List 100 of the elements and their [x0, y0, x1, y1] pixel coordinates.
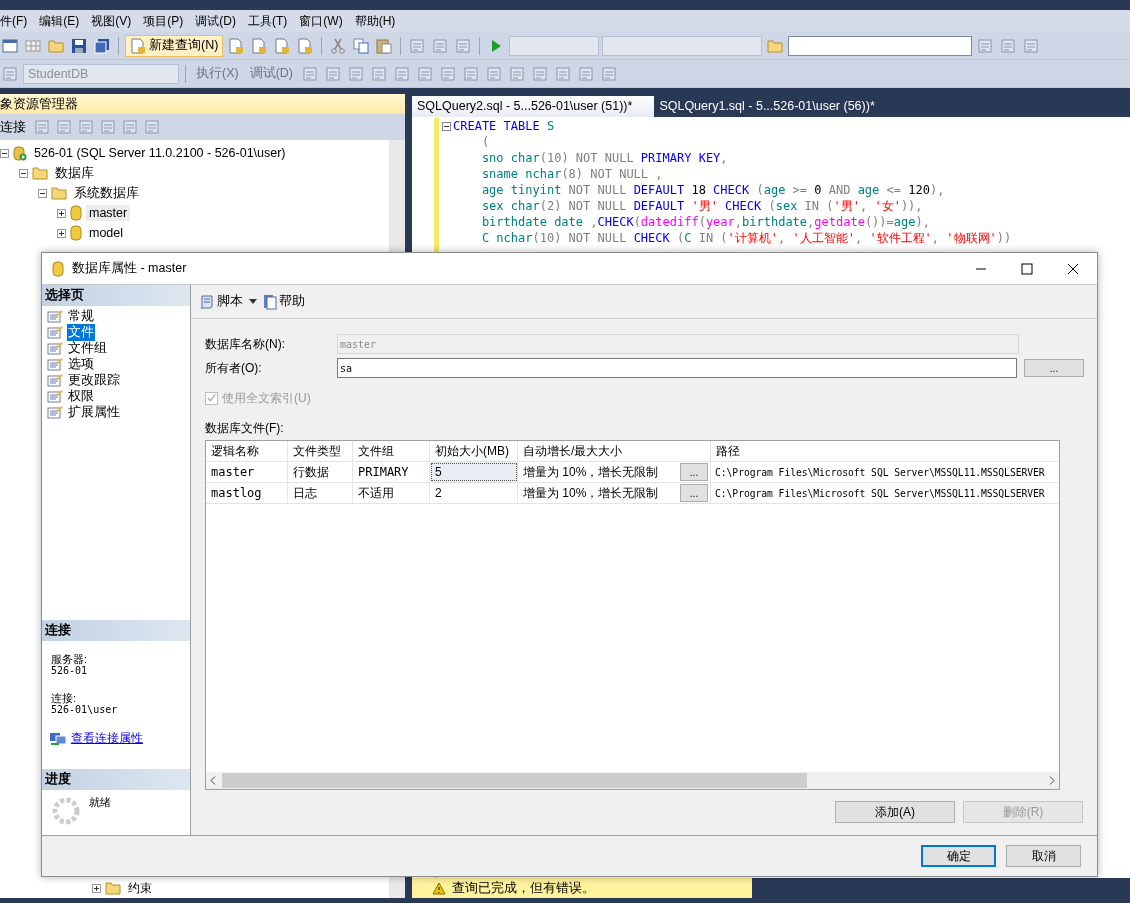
page-item[interactable]: 常规 — [67, 307, 95, 325]
collapse-icon[interactable] — [442, 121, 451, 131]
tool-icon[interactable] — [78, 119, 94, 135]
owner-field[interactable]: sa — [337, 358, 1017, 378]
column-header[interactable]: 逻辑名称 — [206, 441, 288, 461]
tool-icon[interactable] — [2, 65, 18, 82]
add-button[interactable]: 添加(A) — [835, 801, 955, 823]
tool-icon[interactable] — [348, 65, 365, 82]
page-item[interactable]: 文件组 — [67, 339, 108, 357]
caret-icon[interactable] — [249, 299, 257, 304]
window-icon[interactable] — [2, 37, 18, 54]
clipboard-icon[interactable] — [376, 37, 393, 54]
tree-item[interactable]: 约束 — [125, 878, 155, 898]
page-item[interactable]: 选项 — [67, 355, 95, 373]
menu-item[interactable]: 视图(V) — [91, 12, 140, 30]
tool-icon[interactable] — [455, 37, 472, 54]
tool-icon[interactable] — [601, 65, 618, 82]
grid-icon[interactable] — [25, 37, 41, 54]
scrollbar[interactable] — [206, 772, 1059, 789]
tree-item[interactable]: master — [86, 205, 131, 221]
column-header[interactable]: 文件类型 — [288, 441, 353, 461]
column-header[interactable]: 自动增长/最大大小 — [518, 441, 711, 461]
tool-icon[interactable] — [463, 65, 480, 82]
document-icon[interactable] — [228, 37, 245, 54]
new-query-button[interactable]: 新建查询(N) — [125, 34, 224, 57]
document-icon[interactable] — [274, 37, 291, 54]
menu-item[interactable]: 件(F) — [0, 12, 36, 30]
tool-icon[interactable] — [578, 65, 595, 82]
expand-icon[interactable] — [57, 228, 66, 238]
expand-icon[interactable] — [57, 208, 66, 218]
page-item[interactable]: 扩展属性 — [67, 403, 121, 421]
copy-icon[interactable] — [353, 37, 370, 54]
ok-button[interactable]: 确定 — [921, 845, 996, 867]
scroll-left-icon[interactable] — [210, 776, 216, 785]
folder-icon[interactable] — [48, 38, 64, 53]
tool-icon[interactable] — [144, 119, 160, 135]
help-button[interactable]: 帮助 — [263, 293, 305, 310]
connection-properties-link[interactable]: 查看连接属性 — [71, 730, 143, 747]
close-icon[interactable] — [1067, 262, 1079, 275]
tool-icon[interactable] — [486, 65, 503, 82]
tool-icon[interactable] — [302, 65, 319, 82]
tree-item[interactable]: 系统数据库 — [71, 183, 142, 203]
editor-tab[interactable]: SQLQuery1.sql - 5...526-01\user (56))* — [654, 96, 897, 117]
page-item[interactable]: 文件 — [67, 323, 95, 341]
browse-button[interactable]: ... — [1024, 359, 1084, 377]
folder-icon[interactable] — [767, 38, 784, 53]
tool-icon[interactable] — [1023, 37, 1040, 54]
tool-icon[interactable] — [409, 37, 426, 54]
tree-item[interactable]: 526-01 (SQL Server 11.0.2100 - 526-01\user) — [31, 145, 289, 161]
menu-item[interactable]: 帮助(H) — [354, 12, 404, 30]
dropdown[interactable] — [788, 35, 973, 56]
connect-button[interactable]: 连接 — [0, 118, 30, 136]
tool-icon[interactable] — [555, 65, 572, 82]
document-icon[interactable] — [251, 37, 268, 54]
tool-icon[interactable] — [440, 65, 457, 82]
browse-button[interactable]: ... — [680, 463, 708, 481]
column-header[interactable]: 路径 — [711, 441, 1059, 461]
menu-item[interactable]: 调试(D) — [195, 12, 244, 30]
column-header[interactable]: 初始大小(MB) — [430, 441, 518, 461]
menu-item[interactable]: 窗口(W) — [299, 12, 351, 30]
scroll-right-icon[interactable] — [1049, 776, 1055, 785]
tool-icon[interactable] — [432, 37, 449, 54]
page-item[interactable]: 权限 — [67, 387, 95, 405]
menu-item[interactable]: 项目(P) — [143, 12, 192, 30]
tool-icon[interactable] — [394, 65, 411, 82]
tool-icon[interactable] — [417, 65, 434, 82]
menu-item[interactable]: 工具(T) — [248, 12, 296, 30]
play-icon[interactable] — [490, 38, 503, 53]
cancel-button[interactable]: 取消 — [1006, 845, 1081, 867]
scissors-icon[interactable] — [330, 37, 347, 54]
browse-button[interactable]: ... — [680, 484, 708, 502]
dropdown[interactable] — [509, 35, 600, 56]
menu-item[interactable]: 编辑(E) — [39, 12, 88, 30]
page-item[interactable]: 更改跟踪 — [67, 371, 121, 389]
collapse-icon[interactable] — [0, 148, 9, 158]
editor-tab[interactable]: SQLQuery2.sql - 5...526-01\user (51))* — [412, 96, 655, 117]
script-button[interactable]: 脚本 — [199, 293, 243, 310]
collapse-icon[interactable] — [19, 168, 28, 178]
document-icon[interactable] — [130, 37, 146, 54]
tool-icon[interactable] — [532, 65, 549, 82]
tool-icon[interactable] — [56, 119, 72, 135]
tool-icon[interactable] — [977, 37, 994, 54]
tool-icon[interactable] — [371, 65, 388, 82]
dropdown[interactable] — [602, 35, 763, 56]
tool-icon[interactable] — [509, 65, 526, 82]
tool-icon[interactable] — [325, 65, 342, 82]
tree-item[interactable]: model — [86, 225, 127, 241]
tool-icon[interactable] — [34, 119, 50, 135]
table-cell[interactable]: 5 — [430, 462, 518, 482]
disks-icon[interactable] — [94, 37, 110, 54]
tree-item[interactable]: 数据库 — [52, 163, 97, 183]
column-header[interactable]: 文件组 — [353, 441, 430, 461]
collapse-icon[interactable] — [38, 188, 47, 198]
tool-icon[interactable] — [122, 119, 138, 135]
expand-icon[interactable] — [92, 883, 101, 893]
maximize-icon[interactable] — [1021, 262, 1033, 275]
tool-icon[interactable] — [100, 119, 116, 135]
document-icon[interactable] — [297, 37, 314, 54]
table-cell[interactable]: 2 — [430, 483, 518, 503]
tool-icon[interactable] — [1000, 37, 1017, 54]
